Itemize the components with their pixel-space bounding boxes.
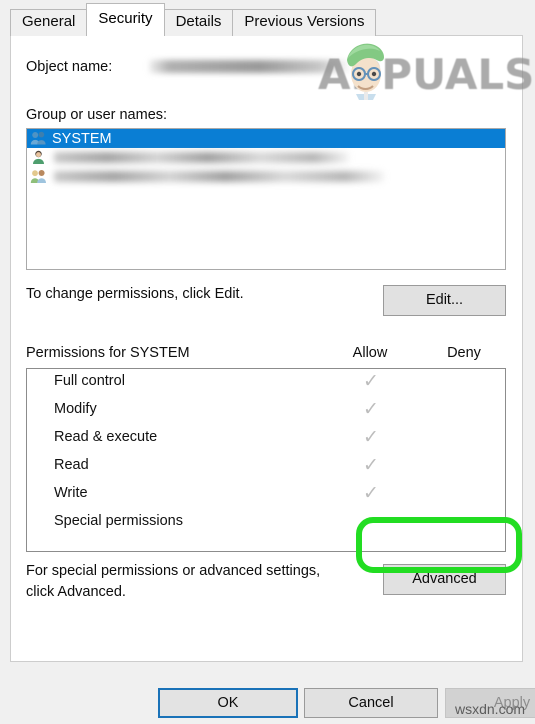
permission-name: Read <box>54 457 89 473</box>
tab-security[interactable]: Security <box>86 3 165 36</box>
list-item[interactable] <box>27 167 505 186</box>
group-users-icon <box>30 168 47 185</box>
tab-general[interactable]: General <box>10 9 88 36</box>
permission-name: Special permissions <box>54 513 183 529</box>
permission-name: Write <box>54 485 88 501</box>
tab-previous-versions[interactable]: Previous Versions <box>232 9 377 36</box>
table-row[interactable]: Read ✓ <box>27 453 505 481</box>
list-item-label: SYSTEM <box>52 130 112 147</box>
tab-strip: General Security Details Previous Versio… <box>10 3 377 36</box>
permission-name: Full control <box>54 373 125 389</box>
allow-check-icon[interactable]: ✓ <box>341 484 401 504</box>
edit-button[interactable]: Edit... <box>383 285 506 316</box>
table-row[interactable]: Full control ✓ <box>27 369 505 397</box>
wsxdn-watermark: wsxdn.com <box>455 701 526 717</box>
group-or-user-names-list[interactable]: SYSTEM <box>26 128 506 270</box>
single-user-icon <box>30 149 47 166</box>
allow-check-icon[interactable]: ✓ <box>341 400 401 420</box>
object-name-label: Object name: <box>26 59 113 75</box>
advanced-button[interactable]: Advanced <box>383 564 506 595</box>
allow-check-icon[interactable]: ✓ <box>341 428 401 448</box>
allow-check-icon[interactable]: ✓ <box>341 456 401 476</box>
deny-column-header: Deny <box>447 345 481 361</box>
tab-details[interactable]: Details <box>163 9 234 36</box>
list-item-label-redacted <box>54 171 384 182</box>
table-row[interactable]: Modify ✓ <box>27 397 505 425</box>
list-item[interactable] <box>27 148 505 167</box>
list-item-label-redacted <box>54 152 349 163</box>
group-users-icon <box>30 130 47 147</box>
security-tab-page: Object name: Group or user names: SYSTEM <box>10 35 523 662</box>
allow-column-header: Allow <box>352 345 388 361</box>
permission-name: Read & execute <box>54 429 158 445</box>
permissions-list[interactable]: Full control ✓ Modify ✓ Read & execute ✓… <box>26 368 506 552</box>
table-row[interactable]: Write ✓ <box>27 481 505 509</box>
object-name-value-redacted <box>149 60 349 73</box>
cancel-button[interactable]: Cancel <box>304 688 438 718</box>
permission-name: Modify <box>54 401 97 417</box>
edit-permissions-hint: To change permissions, click Edit. <box>26 286 244 302</box>
table-row[interactable]: Special permissions <box>27 509 505 537</box>
advanced-hint-line-2: click Advanced. <box>26 584 126 600</box>
ok-button[interactable]: OK <box>158 688 298 718</box>
list-item[interactable]: SYSTEM <box>27 129 505 148</box>
permissions-title: Permissions for SYSTEM <box>26 345 190 361</box>
allow-check-icon[interactable]: ✓ <box>341 372 401 392</box>
properties-dialog: General Security Details Previous Versio… <box>0 0 535 724</box>
table-row[interactable]: Read & execute ✓ <box>27 425 505 453</box>
advanced-hint-line-1: For special permissions or advanced sett… <box>26 563 321 579</box>
group-or-user-names-label: Group or user names: <box>26 107 168 123</box>
